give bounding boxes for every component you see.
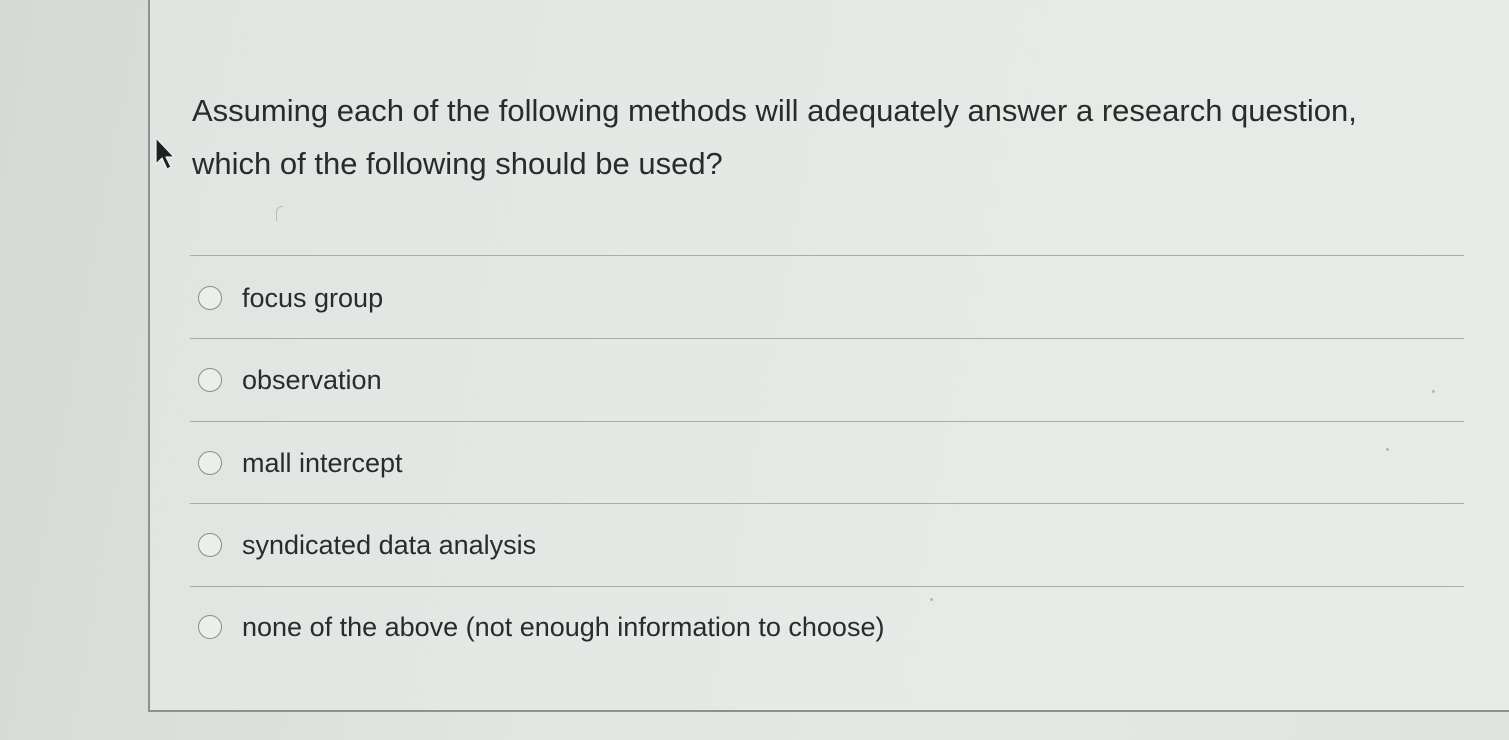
answer-option-syndicated-data-analysis[interactable]: syndicated data analysis xyxy=(198,523,536,567)
radio-icon[interactable] xyxy=(198,533,222,557)
radio-icon[interactable] xyxy=(198,368,222,392)
answer-option-focus-group[interactable]: focus group xyxy=(198,276,383,320)
mouse-pointer-icon xyxy=(155,137,175,170)
option-label: mall intercept xyxy=(242,447,403,478)
answer-option-mall-intercept[interactable]: mall intercept xyxy=(198,441,403,485)
option-label: none of the above (not enough informatio… xyxy=(242,611,885,642)
divider xyxy=(190,338,1464,339)
radio-icon[interactable] xyxy=(198,615,222,639)
speck xyxy=(1386,448,1389,451)
radio-icon[interactable] xyxy=(198,286,222,310)
answer-option-observation[interactable]: observation xyxy=(198,358,382,402)
divider xyxy=(190,421,1464,422)
speck xyxy=(930,598,933,601)
question-line-2: which of the following should be used? xyxy=(192,146,723,181)
option-label: observation xyxy=(242,364,382,395)
divider xyxy=(190,255,1464,256)
option-label: focus group xyxy=(242,282,384,313)
answer-option-none-of-the-above[interactable]: none of the above (not enough informatio… xyxy=(198,605,884,649)
question-text: Assuming each of the following methods w… xyxy=(192,84,1442,190)
divider xyxy=(190,586,1464,587)
divider xyxy=(190,503,1464,504)
speck xyxy=(1432,390,1435,393)
stray-mark xyxy=(276,206,283,221)
radio-icon[interactable] xyxy=(198,451,222,475)
option-label: syndicated data analysis xyxy=(242,529,537,560)
question-line-1: Assuming each of the following methods w… xyxy=(192,93,1357,128)
